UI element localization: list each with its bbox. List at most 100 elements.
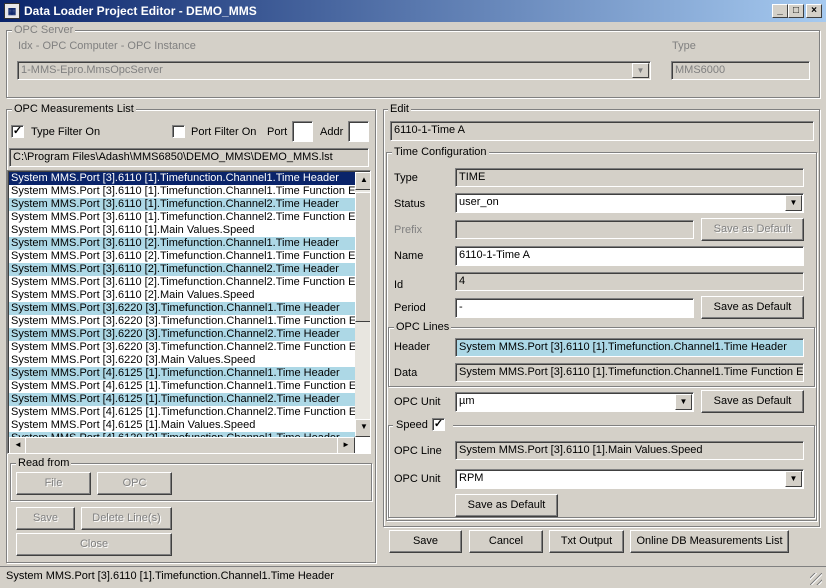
measurements-label: OPC Measurements List — [12, 103, 136, 115]
speed-unit-label: OPC Unit — [394, 473, 441, 485]
opc-line-label: OPC Line — [394, 445, 442, 457]
opc-server-value: 1-MMS-Epro.MmsOpcServer — [21, 64, 163, 76]
list-item[interactable]: System MMS.Port [3].6110 [1].Main Values… — [9, 224, 355, 237]
speed-checkbox[interactable]: ✓ — [432, 418, 445, 431]
type-label: Type — [672, 40, 696, 52]
list-item[interactable]: System MMS.Port [3].6220 [3].Timefunctio… — [9, 341, 355, 354]
name-label: Name — [394, 250, 424, 262]
list-item[interactable]: System MMS.Port [3].6110 [2].Timefunctio… — [9, 237, 355, 250]
chevron-down-icon[interactable]: ▼ — [675, 394, 692, 410]
opc-unit-label: OPC Unit — [394, 396, 441, 408]
list-item[interactable]: System MMS.Port [4].6125 [1].Main Values… — [9, 419, 355, 432]
scroll-right-icon[interactable]: ► — [337, 437, 355, 453]
speed-unit-dropdown[interactable]: RPM ▼ — [455, 469, 804, 489]
chevron-down-icon[interactable]: ▼ — [785, 195, 802, 211]
opc-unit-dropdown[interactable]: µm ▼ — [455, 392, 694, 412]
list-item[interactable]: System MMS.Port [3].6110 [1].Timefunctio… — [9, 185, 355, 198]
list-item[interactable]: System MMS.Port [3].6110 [2].Timefunctio… — [9, 263, 355, 276]
type-filter-label: Type Filter On — [31, 126, 101, 138]
id-field: 4 — [455, 272, 804, 291]
prefix-label: Prefix — [394, 224, 423, 236]
list-item[interactable]: System MMS.Port [4].6125 [1].Timefunctio… — [9, 406, 355, 419]
header-field: System MMS.Port [3].6110 [1].Timefunctio… — [455, 338, 804, 357]
list-item[interactable]: System MMS.Port [4].6125 [1].Timefunctio… — [9, 380, 355, 393]
title-bar: ▦ Data Loader Project Editor - DEMO_MMS … — [0, 0, 826, 22]
file-button[interactable]: File — [16, 472, 91, 495]
save-button[interactable]: Save — [389, 530, 462, 553]
port-filter-label: Port Filter On — [191, 126, 257, 138]
prefix-field — [455, 220, 694, 239]
close-button[interactable]: × — [806, 4, 822, 18]
speed-unit-value: RPM — [459, 472, 484, 484]
speed-label: Speed — [396, 419, 428, 431]
data-field: System MMS.Port [3].6110 [1].Timefunctio… — [455, 363, 804, 382]
minimize-button[interactable]: _ — [772, 4, 788, 18]
read-from-label: Read from — [16, 457, 72, 469]
period-input[interactable]: - — [455, 298, 694, 318]
opc-button[interactable]: OPC — [97, 472, 172, 495]
measurements-list[interactable]: System MMS.Port [3].6110 [1].Timefunctio… — [7, 170, 371, 454]
list-item[interactable]: System MMS.Port [3].6220 [3].Timefunctio… — [9, 328, 355, 341]
type-filter-checkbox[interactable]: ✓ — [11, 125, 24, 138]
list-item[interactable]: System MMS.Port [4].6125 [1].Timefunctio… — [9, 393, 355, 406]
list-item[interactable]: System MMS.Port [3].6110 [1].Timefunctio… — [9, 198, 355, 211]
id-label: Id — [394, 279, 404, 291]
list-item[interactable]: System MMS.Port [3].6110 [2].Timefunctio… — [9, 276, 355, 289]
scroll-up-icon[interactable]: ▲ — [355, 172, 370, 190]
data-label: Data — [394, 367, 418, 379]
list-item[interactable]: System MMS.Port [3].6220 [3].Timefunctio… — [9, 315, 355, 328]
measurements-rows: System MMS.Port [3].6110 [1].Timefunctio… — [9, 172, 355, 437]
tc-type-label: Type — [394, 172, 418, 184]
period-save-default-button[interactable]: Save as Default — [701, 296, 804, 319]
list-item[interactable]: System MMS.Port [3].6110 [2].Main Values… — [9, 289, 355, 302]
port-filter-checkbox[interactable] — [172, 125, 185, 138]
window-title: Data Loader Project Editor - DEMO_MMS — [24, 4, 257, 18]
list-item[interactable]: System MMS.Port [4].6125 [1].Timefunctio… — [9, 367, 355, 380]
scroll-thumb[interactable] — [355, 192, 370, 322]
addr-label: Addr — [320, 126, 344, 138]
opc-server-label: OPC Server — [12, 24, 76, 36]
speed-save-default-button[interactable]: Save as Default — [455, 494, 558, 517]
chevron-down-icon[interactable]: ▼ — [632, 63, 649, 78]
scroll-down-icon[interactable]: ▼ — [355, 419, 370, 437]
opc-lines-label: OPC Lines — [394, 321, 452, 333]
opc-unit-value: µm — [459, 395, 475, 407]
list-item[interactable]: System MMS.Port [3].6220 [3].Main Values… — [9, 354, 355, 367]
list-file-path: C:\Program Files\Adash\MMS6850\DEMO_MMS\… — [9, 148, 369, 167]
status-dropdown[interactable]: user_on ▼ — [455, 193, 804, 213]
list-item[interactable]: System MMS.Port [3].6110 [2].Timefunctio… — [9, 250, 355, 263]
status-label: Status — [394, 198, 426, 210]
status-text: System MMS.Port [3].6110 [1].Timefunctio… — [6, 570, 334, 582]
maximize-button[interactable]: □ — [788, 4, 804, 18]
delete-lines-button[interactable]: Delete Line(s) — [81, 507, 172, 530]
close-list-button[interactable]: Close — [16, 533, 172, 556]
hscroll-thumb[interactable] — [25, 437, 339, 453]
list-item[interactable]: System MMS.Port [3].6220 [3].Timefunctio… — [9, 302, 355, 315]
time-config-label: Time Configuration — [392, 146, 489, 158]
status-value: user_on — [459, 196, 499, 208]
opc-server-dropdown[interactable]: 1-MMS-Epro.MmsOpcServer ▼ — [17, 61, 651, 80]
edit-name-field: 6110-1-Time A — [390, 121, 814, 141]
header-label: Header — [394, 341, 431, 353]
txt-output-button[interactable]: Txt Output — [549, 530, 624, 553]
period-label: Period — [394, 302, 426, 314]
addr-input[interactable] — [348, 121, 369, 142]
resize-grip-icon[interactable] — [810, 573, 822, 585]
vertical-scrollbar[interactable]: ▲ ▼ — [355, 172, 370, 437]
type-field: MMS6000 — [671, 61, 810, 80]
list-item[interactable]: System MMS.Port [3].6110 [1].Timefunctio… — [9, 172, 355, 185]
name-input[interactable]: 6110-1-Time A — [455, 246, 804, 266]
app-icon: ▦ — [4, 3, 20, 19]
status-bar: System MMS.Port [3].6110 [1].Timefunctio… — [0, 566, 826, 588]
cancel-button[interactable]: Cancel — [469, 530, 543, 553]
list-item[interactable]: System MMS.Port [3].6110 [1].Timefunctio… — [9, 211, 355, 224]
opc-line-field: System MMS.Port [3].6110 [1].Main Values… — [455, 441, 804, 460]
port-label: Port — [267, 126, 288, 138]
prefix-save-default-button[interactable]: Save as Default — [701, 218, 804, 241]
opc-unit-save-default-button[interactable]: Save as Default — [701, 390, 804, 413]
list-save-button[interactable]: Save — [16, 507, 75, 530]
port-input[interactable] — [292, 121, 313, 142]
horizontal-scrollbar[interactable]: ◄ ► — [9, 437, 355, 453]
online-db-button[interactable]: Online DB Measurements List — [630, 530, 789, 553]
chevron-down-icon[interactable]: ▼ — [785, 471, 802, 487]
